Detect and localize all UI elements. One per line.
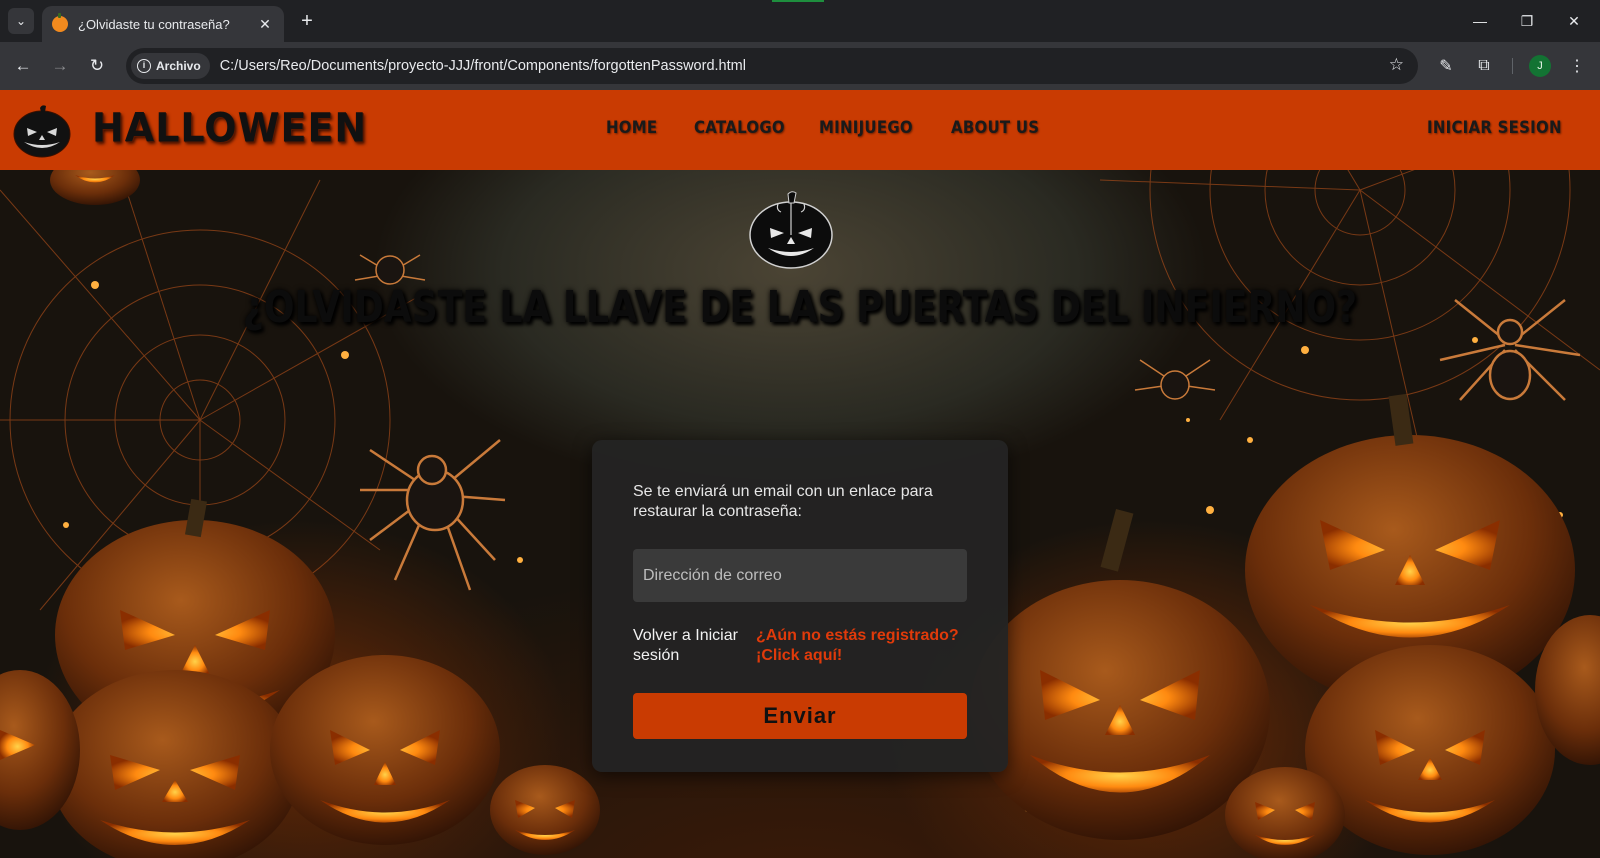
jack-o-lantern-logo-icon[interactable] xyxy=(12,102,72,158)
back-to-login-link[interactable]: Volver a Iniciar sesión xyxy=(633,626,753,666)
site-header: HALLOWEEN HOME CATALOGO MINIJUEGO ABOUT … xyxy=(0,90,1600,170)
url-text[interactable]: C:/Users/Reo/Documents/proyecto-JJJ/fron… xyxy=(220,58,1418,74)
jack-o-lantern-heading-icon xyxy=(749,191,833,269)
forgot-password-card: Se te enviará un email con un enlace par… xyxy=(592,440,1008,772)
new-tab-plus-icon[interactable]: + xyxy=(296,10,318,32)
nav-catalogo-link[interactable]: CATALOGO xyxy=(694,118,785,138)
bookmark-star-icon[interactable]: ☆ xyxy=(1389,55,1404,75)
register-link[interactable]: ¿Aún no estás registrado? ¡Click aquí! xyxy=(756,626,966,666)
tab-search-chevron-icon[interactable]: ⌄ xyxy=(8,8,34,34)
nav-about-us-link[interactable]: ABOUT US xyxy=(951,118,1039,138)
pumpkin-favicon-icon xyxy=(52,13,68,32)
restore-window-icon[interactable]: ❐ xyxy=(1504,8,1550,34)
email-field[interactable] xyxy=(633,549,967,602)
nav-minijuego-link[interactable]: MINIJUEGO xyxy=(819,118,913,138)
minimize-icon[interactable]: — xyxy=(1457,8,1503,34)
window-accent-bar xyxy=(772,0,824,2)
login-link[interactable]: INICIAR SESION xyxy=(1427,118,1562,138)
tab-close-icon[interactable]: ✕ xyxy=(256,16,274,33)
close-window-icon[interactable]: ✕ xyxy=(1551,8,1597,34)
info-icon: i xyxy=(137,59,151,73)
forward-arrow-icon[interactable]: → xyxy=(48,54,72,78)
reload-icon[interactable]: ↻ xyxy=(85,54,109,78)
site-info-chip[interactable]: i Archivo xyxy=(131,53,210,79)
address-bar[interactable]: i Archivo C:/Users/Reo/Documents/proyect… xyxy=(126,48,1418,84)
browser-toolbar: ← → ↻ i Archivo C:/Users/Reo/Documents/p… xyxy=(0,42,1600,90)
eyedropper-extension-icon[interactable]: ✎ xyxy=(1434,54,1458,78)
nav-home-link[interactable]: HOME xyxy=(606,118,657,138)
tab-strip: ⌄ ¿Olvidaste tu contraseña? ✕ + — ❐ ✕ xyxy=(0,0,1600,42)
profile-avatar[interactable]: J xyxy=(1529,55,1551,77)
site-logo-text[interactable]: HALLOWEEN xyxy=(92,105,367,151)
active-tab[interactable]: ¿Olvidaste tu contraseña? ✕ xyxy=(42,6,284,42)
toolbar-divider xyxy=(1512,58,1513,74)
form-description: Se te enviará un email con un enlace par… xyxy=(633,483,933,520)
page-heading: ¿OLVIDASTE LA LLAVE DE LAS PUERTAS DEL I… xyxy=(242,282,1358,333)
site-info-label: Archivo xyxy=(156,59,201,73)
send-button[interactable]: Enviar xyxy=(633,693,967,739)
back-arrow-icon[interactable]: ← xyxy=(11,54,35,78)
more-menu-icon[interactable]: ⋮ xyxy=(1565,54,1589,78)
extensions-puzzle-icon[interactable]: ⧉ xyxy=(1472,54,1496,78)
page-viewport: HALLOWEEN HOME CATALOGO MINIJUEGO ABOUT … xyxy=(0,90,1600,858)
tab-title: ¿Olvidaste tu contraseña? xyxy=(78,16,230,32)
